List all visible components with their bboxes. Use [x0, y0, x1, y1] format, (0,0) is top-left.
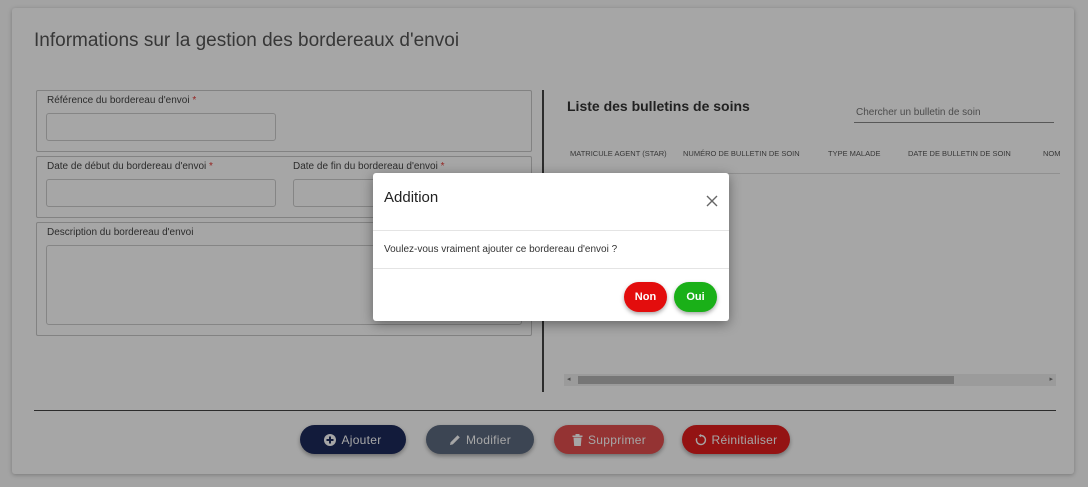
- modal-header: Addition: [373, 173, 729, 231]
- non-button[interactable]: Non: [624, 282, 667, 312]
- modal-body: Voulez-vous vraiment ajouter ce borderea…: [373, 231, 729, 269]
- oui-button[interactable]: Oui: [674, 282, 717, 312]
- modal-title: Addition: [384, 189, 439, 206]
- confirmation-modal: Addition Voulez-vous vraiment ajouter ce…: [373, 173, 729, 321]
- modal-message: Voulez-vous vraiment ajouter ce borderea…: [384, 244, 618, 255]
- close-icon[interactable]: [703, 192, 721, 210]
